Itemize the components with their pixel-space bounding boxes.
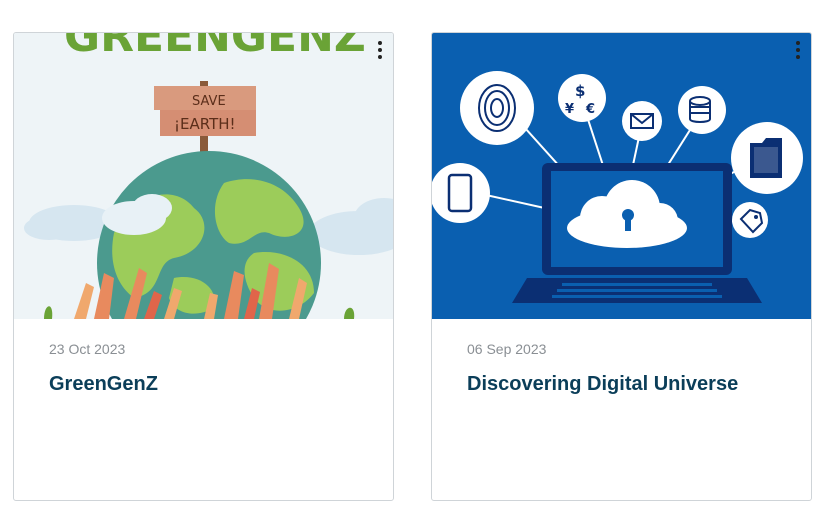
post-thumbnail[interactable]: $ ¥ €	[432, 33, 811, 319]
post-card-digital-universe[interactable]: $ ¥ € 06 Sep 2023 Discovering Digital Un…	[431, 32, 812, 501]
post-date: 06 Sep 2023	[467, 341, 547, 357]
sign-text-1: SAVE	[192, 94, 226, 109]
post-date: 23 Oct 2023	[49, 341, 126, 357]
currency-yen: ¥	[565, 102, 574, 117]
currency-euro: €	[585, 102, 595, 117]
post-thumbnail[interactable]: GREENGENZ SAVE ¡EARTH!	[14, 33, 393, 319]
more-vertical-icon[interactable]	[791, 39, 805, 61]
post-card-greengenz[interactable]: GREENGENZ SAVE ¡EARTH! 23 Oct 2023 Green…	[13, 32, 394, 501]
sign-text-2: ¡EARTH!	[174, 115, 236, 133]
currency-dollar: $	[575, 82, 585, 100]
greengenz-illustration: GREENGENZ SAVE ¡EARTH!	[14, 33, 393, 319]
banner-text: GREENGENZ	[64, 33, 366, 62]
digital-universe-illustration: $ ¥ €	[432, 33, 811, 319]
more-vertical-icon[interactable]	[373, 39, 387, 61]
post-title[interactable]: Discovering Digital Universe	[467, 373, 738, 396]
post-title[interactable]: GreenGenZ	[49, 373, 158, 396]
